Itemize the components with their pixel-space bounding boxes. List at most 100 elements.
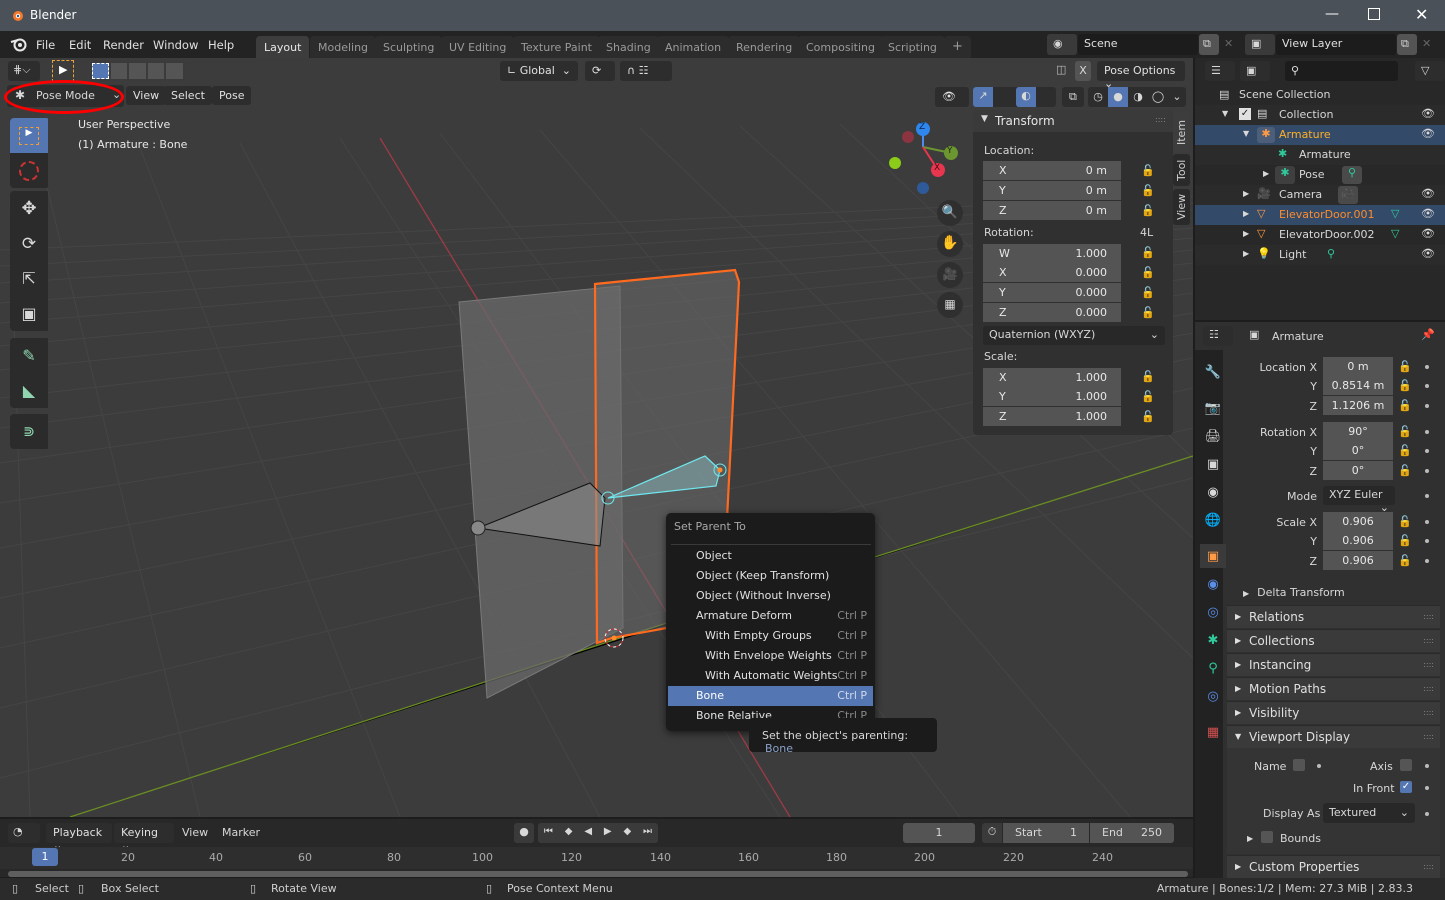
axis-checkbox[interactable]: [1400, 759, 1412, 771]
scale-y-field[interactable]: Y 1.000: [983, 387, 1121, 406]
keyframe-dot[interactable]: [1317, 764, 1321, 768]
panel-viewport-display[interactable]: ▼ Viewport Display::::: [1227, 725, 1440, 748]
menu-help[interactable]: Help: [208, 38, 234, 52]
tab-animation[interactable]: Animation: [657, 36, 730, 58]
eye-icon[interactable]: 👁: [1421, 207, 1435, 220]
timeline-view-menu[interactable]: View: [182, 826, 208, 839]
view-layer-selector-button[interactable]: ▣: [1245, 34, 1275, 55]
tab-armature-data[interactable]: ✱: [1200, 628, 1226, 652]
panel-collections[interactable]: ▶ Collections::::: [1227, 629, 1440, 652]
menu-item-with-automatic-weights[interactable]: With Automatic Weights Ctrl P: [668, 666, 873, 686]
rotation-mode-dropdown[interactable]: Quaternion (WXYZ) ⌄: [983, 326, 1165, 345]
keyframe-dot[interactable]: [1425, 539, 1429, 543]
lock-icon[interactable]: 🔓: [1141, 204, 1155, 217]
sidebar-tab-view[interactable]: View: [1173, 189, 1190, 225]
outliner-row-armature[interactable]: ▼ ✱ Armature 👁: [1195, 125, 1445, 145]
object-interaction-button[interactable]: ⋕⌵: [8, 61, 40, 81]
scene-name-field[interactable]: Scene: [1078, 34, 1198, 55]
outliner-search-input[interactable]: ⚲: [1285, 61, 1398, 81]
keyframe-dot[interactable]: [1425, 559, 1429, 563]
select-invert-icon[interactable]: [147, 63, 165, 79]
expand-arrow-icon[interactable]: ▼: [1222, 109, 1228, 118]
play-reverse-icon[interactable]: ◀: [584, 826, 592, 843]
menu-item-bone[interactable]: Bone Ctrl P: [668, 686, 873, 706]
scale-z-field[interactable]: 0.906: [1323, 551, 1393, 570]
tab-object[interactable]: ▣: [1200, 544, 1226, 568]
end-frame-field[interactable]: End 250: [1090, 823, 1174, 843]
tab-physics[interactable]: ◉: [1200, 572, 1226, 596]
outliner-row-elevatordoor-002[interactable]: ▶ ▽ ElevatorDoor.002 ▽ 👁: [1195, 225, 1445, 245]
menu-edit[interactable]: Edit: [69, 38, 91, 52]
keyframe-dot[interactable]: [1425, 404, 1429, 408]
tool-cursor[interactable]: [10, 153, 48, 188]
pin-icon[interactable]: 📌: [1421, 328, 1435, 341]
select-extend-icon[interactable]: [110, 63, 128, 79]
expand-arrow-icon[interactable]: ▶: [1243, 229, 1249, 238]
xray-toggle[interactable]: ⧉: [1062, 87, 1084, 107]
tool-scale[interactable]: ⇱: [10, 261, 48, 296]
tab-output[interactable]: 🖨: [1200, 424, 1226, 448]
rotation-y-field[interactable]: Y 0.000: [983, 283, 1121, 302]
scale-x-field[interactable]: X 1.000: [983, 368, 1121, 387]
tab-bone[interactable]: ⚲: [1200, 656, 1226, 680]
lock-icon[interactable]: 🔓: [1141, 184, 1155, 197]
tab-world[interactable]: 🌐: [1200, 508, 1226, 532]
expand-arrow-icon[interactable]: ▶: [1243, 249, 1249, 258]
pose-options-dropdown[interactable]: Pose Options ⌄: [1097, 61, 1185, 90]
transform-orientation-dropdown[interactable]: ∟ Global ⌄: [500, 61, 578, 81]
tab-rendering[interactable]: Rendering: [728, 36, 801, 58]
expand-arrow-icon[interactable]: ▶: [1243, 189, 1249, 198]
location-z-field[interactable]: Z 0 m: [983, 201, 1121, 220]
tool-move[interactable]: ✥: [10, 191, 48, 226]
rotation-x-field[interactable]: 90°: [1323, 422, 1393, 441]
add-workspace-button[interactable]: +: [944, 36, 971, 58]
lock-icon[interactable]: 🔓: [1398, 534, 1412, 547]
menu-window[interactable]: Window: [153, 38, 198, 52]
keyframe-dot[interactable]: [1425, 494, 1429, 498]
rotation-z-field[interactable]: Z 0.000: [983, 303, 1121, 322]
in-front-checkbox[interactable]: ✓: [1400, 781, 1412, 793]
delete-scene-icon[interactable]: ✕: [1224, 37, 1233, 50]
start-frame-field[interactable]: Start 1: [1003, 823, 1089, 843]
keyframe-dot[interactable]: [1425, 449, 1429, 453]
keying-menu[interactable]: Keying ⌄: [114, 823, 174, 852]
prev-keyframe-icon[interactable]: ◆: [565, 826, 573, 843]
keyframe-dot[interactable]: [1425, 812, 1429, 816]
tab-scripting[interactable]: Scripting: [880, 36, 945, 58]
blender-menu-icon[interactable]: [10, 37, 27, 52]
navigation-gizmo[interactable]: Z Y X: [885, 118, 965, 198]
keyframe-dot[interactable]: [1425, 786, 1429, 790]
play-icon[interactable]: ▶: [604, 826, 612, 843]
gizmos-toggle[interactable]: ↗: [973, 87, 1019, 107]
maximize-button[interactable]: [1368, 8, 1380, 20]
menu-item-with-empty-groups[interactable]: With Empty Groups Ctrl P: [668, 626, 873, 646]
playhead[interactable]: 1: [32, 848, 58, 866]
chevron-down-icon[interactable]: ⌄: [1168, 87, 1186, 107]
outliner-row-light[interactable]: ▶ 💡 Light ⚲ 👁: [1195, 245, 1445, 265]
rotation-4l-toggle[interactable]: 4L: [1140, 226, 1153, 239]
keyframe-dot[interactable]: [1425, 520, 1429, 524]
keyframe-dot[interactable]: [1425, 469, 1429, 473]
bounds-checkbox[interactable]: [1261, 831, 1273, 843]
viewport-menu-pose[interactable]: Pose: [212, 86, 252, 105]
keyframe-dot[interactable]: [1425, 384, 1429, 388]
lock-icon[interactable]: 🔓: [1141, 286, 1155, 299]
viewport-menu-view[interactable]: View: [126, 86, 167, 105]
lock-icon[interactable]: 🔓: [1141, 390, 1155, 403]
scene-selector-button[interactable]: ◉: [1047, 34, 1077, 55]
expand-arrow-icon[interactable]: ▼: [1243, 129, 1249, 138]
new-scene-button[interactable]: ⧉: [1199, 34, 1219, 55]
tab-layout[interactable]: Layout: [256, 36, 310, 58]
wireframe-shading-icon[interactable]: ◷: [1088, 87, 1108, 107]
tab-modeling[interactable]: Modeling: [310, 36, 377, 58]
panel-instancing[interactable]: ▶ Instancing::::: [1227, 653, 1440, 676]
eye-icon[interactable]: 👁: [1421, 107, 1435, 120]
editor-type-button[interactable]: ☰: [1205, 61, 1235, 81]
keyframe-dot[interactable]: [1425, 365, 1429, 369]
camera-view-button[interactable]: 🎥: [937, 262, 963, 288]
tab-texture[interactable]: ▦: [1200, 720, 1226, 744]
exclude-checkbox[interactable]: ✓: [1239, 108, 1251, 120]
keyframe-dot[interactable]: [1425, 764, 1429, 768]
tab-view-layer[interactable]: ▣: [1200, 452, 1226, 476]
perspective-toggle-button[interactable]: ▦: [937, 292, 963, 318]
